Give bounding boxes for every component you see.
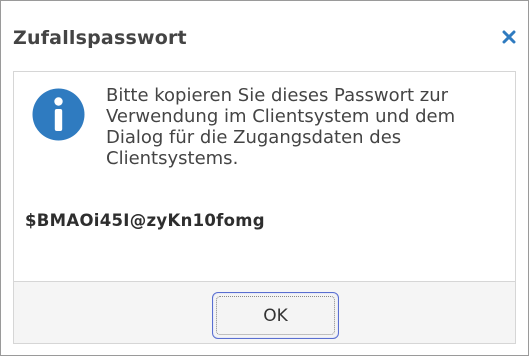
dialog-titlebar: Zufallspasswort bbox=[1, 1, 528, 69]
dialog-footer: OK bbox=[13, 281, 516, 344]
info-icon bbox=[32, 88, 85, 141]
dialog-message: Bitte kopieren Sie dieses Passwort zur V… bbox=[106, 85, 456, 169]
generated-password: $BMAOi45I@zyKn10fomg bbox=[25, 211, 265, 230]
dialog-title: Zufallspasswort bbox=[13, 27, 187, 49]
ok-button-label: OK bbox=[263, 305, 288, 326]
close-icon bbox=[502, 30, 516, 44]
close-button[interactable] bbox=[497, 25, 521, 49]
random-password-dialog: Zufallspasswort Bitte kopieren Sie diese… bbox=[0, 0, 529, 356]
ok-button[interactable]: OK bbox=[212, 292, 339, 339]
dialog-content: Bitte kopieren Sie dieses Passwort zur V… bbox=[13, 71, 516, 281]
